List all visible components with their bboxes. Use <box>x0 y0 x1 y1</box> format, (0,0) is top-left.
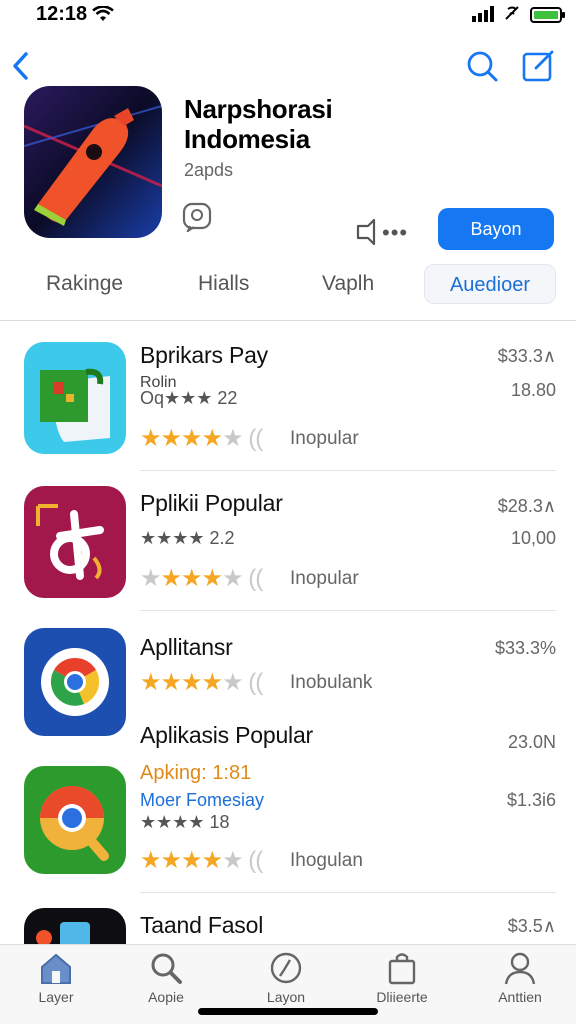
hero-title-line1: Narpshorasi <box>184 94 333 124</box>
app-sub2: ★★★★ 18 <box>140 812 230 832</box>
rating-label: Inobulank <box>290 672 373 693</box>
app-tagline: Apking: 1:81 <box>140 762 252 784</box>
app-name: Taand Fasol <box>140 912 264 938</box>
price: 23.0N <box>507 732 556 752</box>
app-name: Pplikii Popular <box>140 490 283 516</box>
app-name: Apllitansr <box>140 634 233 660</box>
status-time: 12:18 <box>36 3 88 25</box>
nav-bar <box>0 40 576 92</box>
app-developer: Moer Fomesiay <box>140 790 265 810</box>
tab-bar-label: Layon <box>266 989 306 1005</box>
search-icon[interactable] <box>464 48 500 84</box>
app-sub2: Oq★★★ 22 <box>140 388 238 408</box>
tab-bar-item-aopie[interactable]: Aopie <box>116 951 216 1005</box>
price: $33.3∧ <box>497 346 556 366</box>
row-divider <box>140 892 556 893</box>
tab-hialls[interactable]: Hialls <box>198 264 249 304</box>
hero-title-line2: Indomesia <box>184 124 310 154</box>
price: $33.3% <box>494 638 556 658</box>
tab-bar-item-dliieerte[interactable]: Dliieerte <box>352 951 452 1005</box>
get-button[interactable]: Bayon <box>438 208 554 250</box>
app-icon[interactable] <box>24 628 126 736</box>
star-rating: ★★★★★ (( <box>140 669 263 696</box>
segment-tabs: Rakinge Hialls Vaplh Auedioer <box>0 264 576 308</box>
star-rating: ★★★★★ (( <box>140 565 263 592</box>
app-name: Bprikars Pay <box>140 342 268 368</box>
price-secondary: 18.80 <box>510 380 556 400</box>
price-secondary: $1.3i6 <box>506 790 556 810</box>
hero-app-subtitle: 2apds <box>184 160 234 180</box>
price-secondary: 10,00 <box>510 528 556 548</box>
tab-bar-item-layon[interactable]: Layon <box>236 951 336 1005</box>
tab-vaplh[interactable]: Vaplh <box>322 264 374 304</box>
price: $28.3∧ <box>497 496 556 516</box>
home-indicator <box>198 1008 378 1015</box>
tab-bar-item-layer[interactable]: Layer <box>6 951 106 1005</box>
tab-bar-label: Anttien <box>498 989 542 1005</box>
app-name: Aplikasis Popular <box>140 722 314 748</box>
star-rating: ★★★★★ (( <box>140 847 263 874</box>
search-icon <box>151 953 182 984</box>
tab-rakinge[interactable]: Rakinge <box>46 264 123 304</box>
back-chevron-icon[interactable] <box>6 48 36 84</box>
share-icon[interactable] <box>354 216 380 246</box>
app-icon[interactable] <box>24 766 126 874</box>
battery-icon <box>530 7 565 23</box>
signal-icon <box>472 6 519 22</box>
tab-bar-label: Dliieerte <box>376 989 428 1005</box>
tab-bar-item-anttien[interactable]: Anttien <box>470 951 570 1005</box>
rating-label: Ihogulan <box>290 850 363 871</box>
star-rating: ★★★★★ (( <box>140 425 263 452</box>
chat-bubble-icon[interactable] <box>182 202 212 232</box>
hero-app-title: Narpshorasi Indomesia <box>184 94 404 154</box>
bag-icon <box>388 953 416 985</box>
tab-auedioer[interactable]: Auedioer <box>424 264 556 304</box>
app-icon[interactable] <box>24 342 126 454</box>
tab-bar-label: Aopie <box>148 989 184 1005</box>
tabs-divider <box>0 320 576 321</box>
wifi-icon <box>92 6 114 21</box>
status-bar: 12:18 <box>0 0 576 34</box>
compass-icon <box>270 952 302 984</box>
home-icon <box>41 953 71 984</box>
more-options-icon[interactable]: ••• <box>382 220 408 246</box>
compose-icon[interactable] <box>520 48 556 84</box>
row-divider <box>140 610 556 611</box>
app-sub2: ★★★★ 2.2 <box>140 528 235 548</box>
rating-label: Inopular <box>290 428 359 449</box>
app-icon[interactable] <box>24 486 126 598</box>
price: $3.5∧ <box>507 916 556 936</box>
tab-bar-label: Layer <box>38 989 74 1005</box>
hero-app-icon[interactable] <box>24 86 162 238</box>
person-icon <box>504 952 536 985</box>
row-divider <box>140 470 556 471</box>
rating-label: Inopular <box>290 568 359 589</box>
